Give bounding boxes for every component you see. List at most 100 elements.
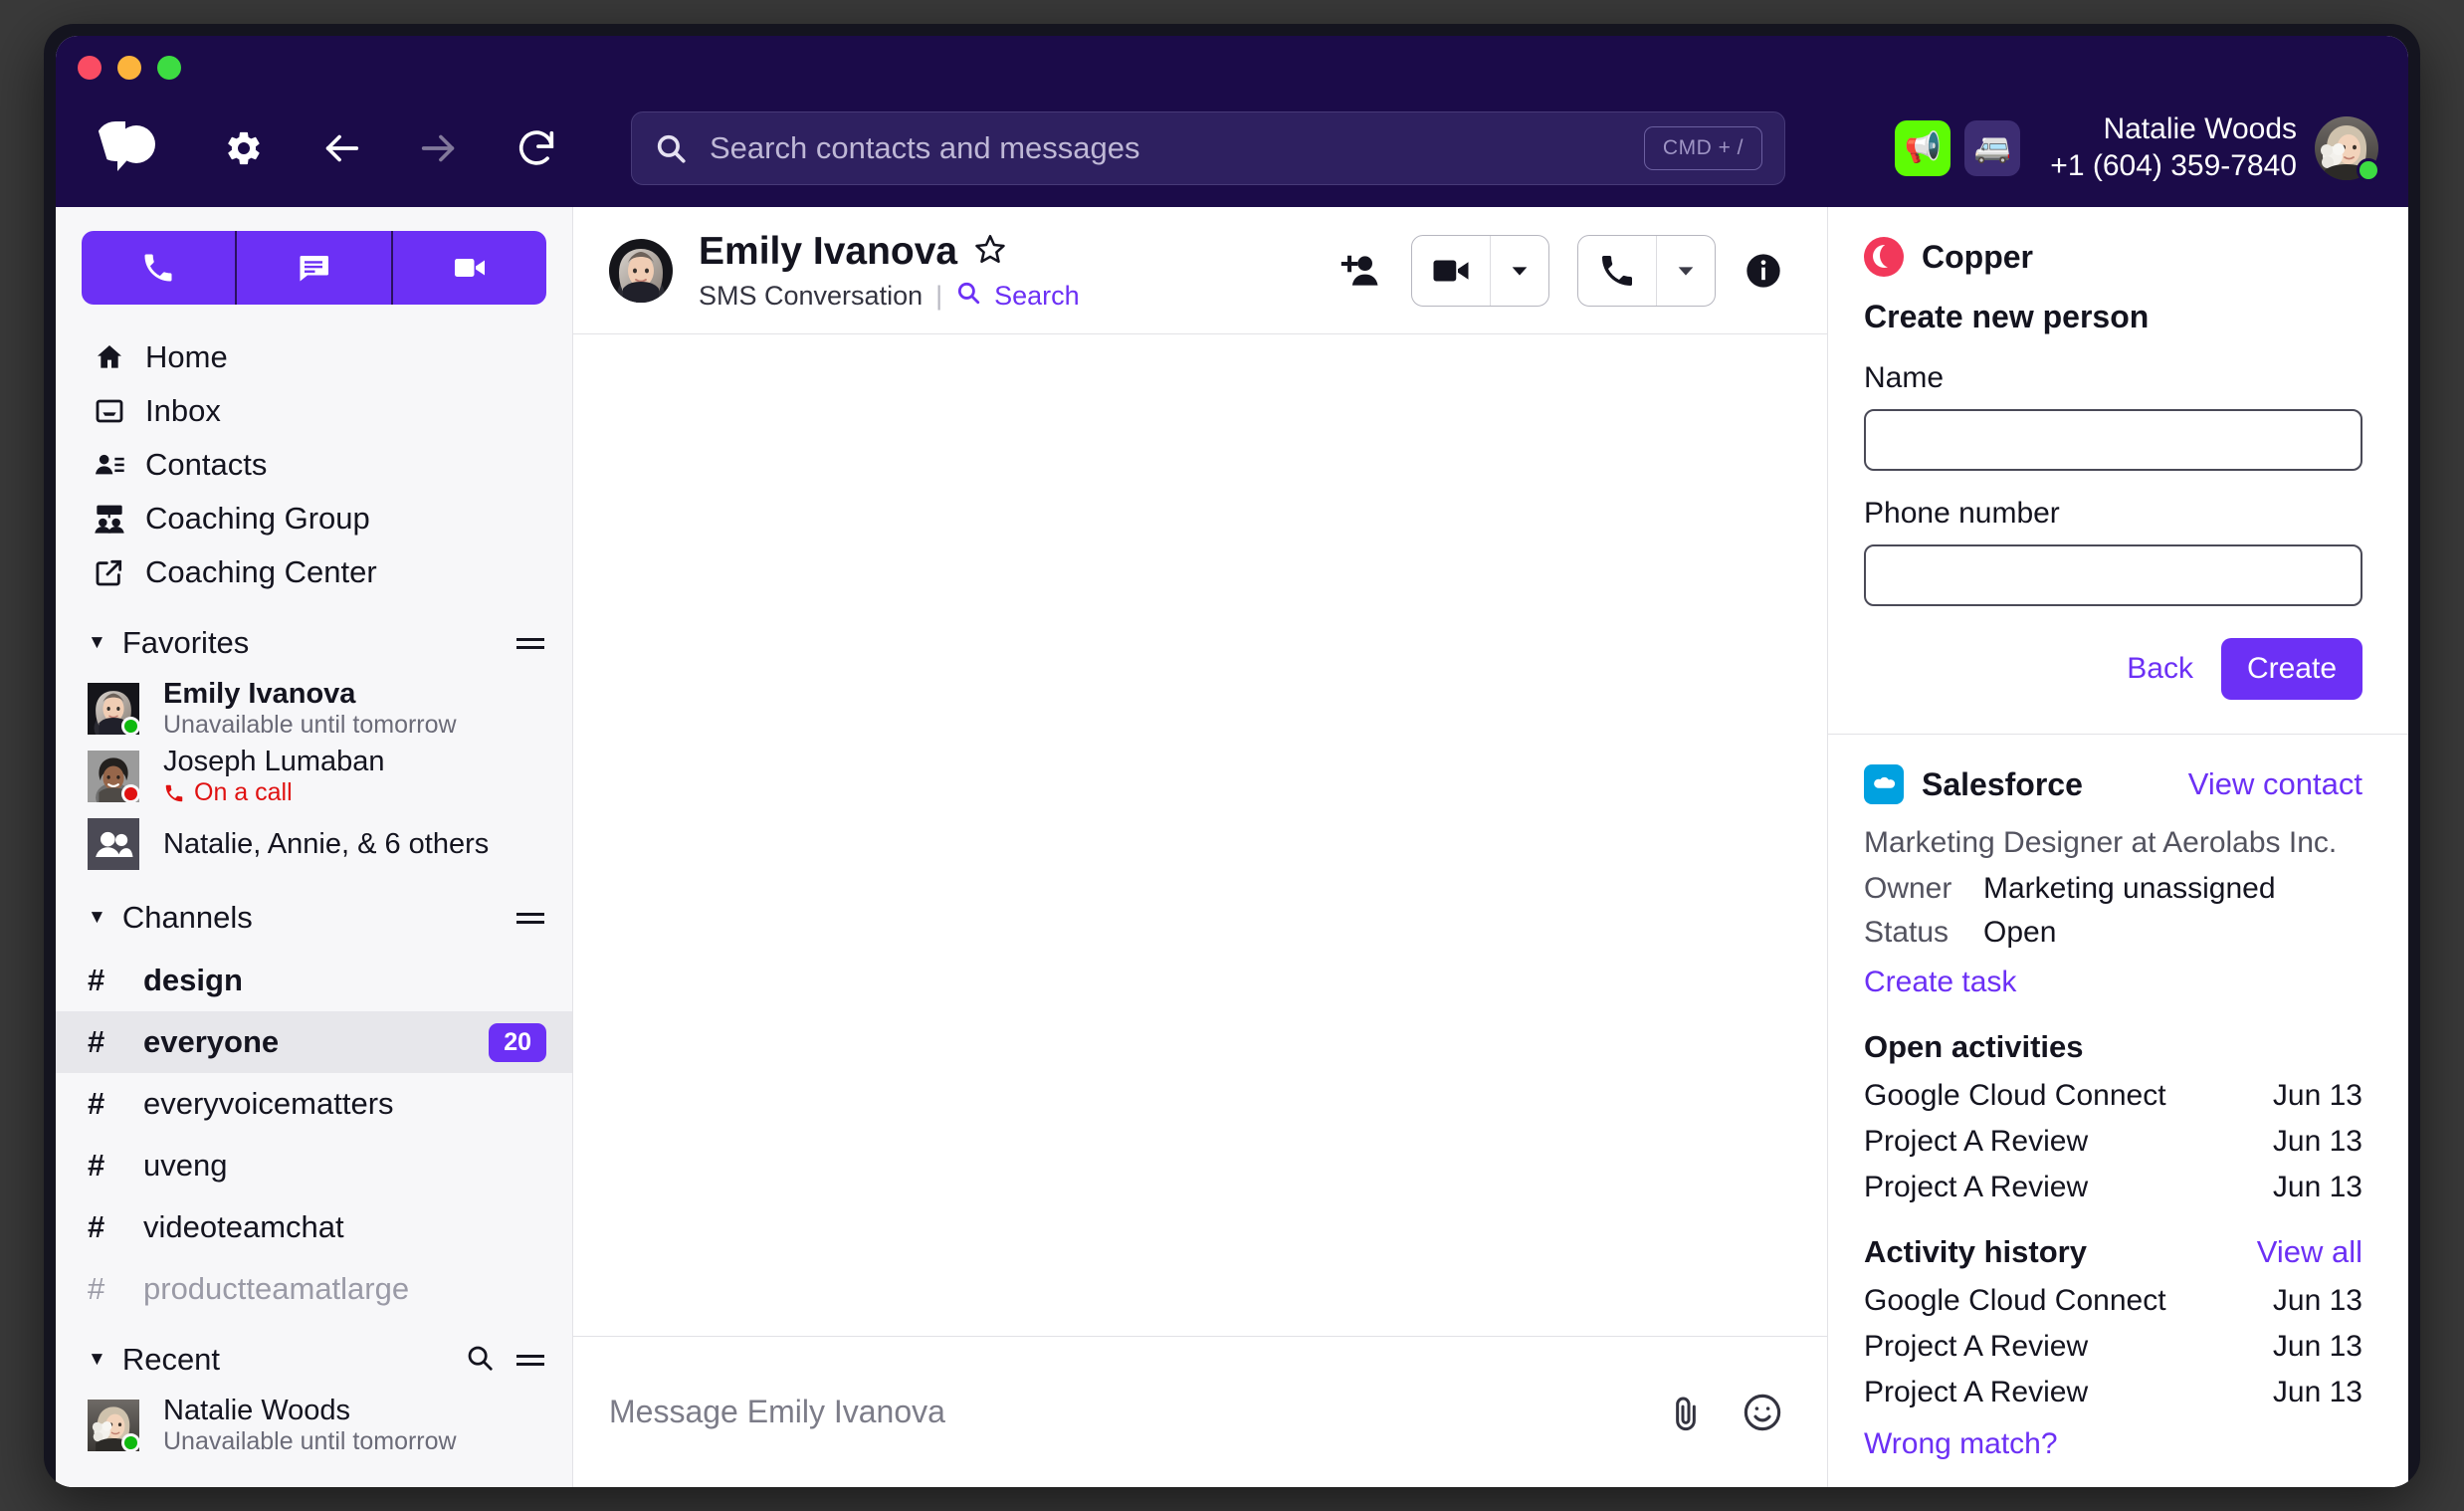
sidebar-item-channel-videoteamchat[interactable]: # videoteamchat [56,1196,572,1258]
phone-call-button[interactable] [1577,234,1716,307]
list-item[interactable]: Natalie Woods Unavailable until tomorrow [56,1392,572,1459]
create-task-link[interactable]: Create task [1864,966,2016,999]
chevron-down-icon[interactable]: ▼ [88,1349,106,1371]
phone-icon [1578,251,1656,291]
list-item[interactable]: Joseph Lumaban On a call [56,743,572,810]
channel-name: productteamatlarge [143,1271,410,1306]
conversation-type: SMS Conversation [699,280,924,311]
dialpad-logo-icon [94,115,159,181]
channels-section-header: ▼ Channels [56,878,572,950]
titlebar: CMD + / 📢 🚐 Natalie Woods +1 (604) 359-7… [56,36,2408,207]
message-thread[interactable] [573,334,1827,1336]
wrong-match-link[interactable]: Wrong match? [1864,1427,2058,1461]
sidebar-item-channel-uveng[interactable]: # uveng [56,1135,572,1196]
sidebar-item-coaching-center[interactable]: Coaching Center [56,545,572,599]
phone-icon [165,784,183,802]
window-controls [78,56,181,80]
channels-menu-icon[interactable] [516,909,544,927]
sidebar-item-channel-everyvoicematters[interactable]: # everyvoicematters [56,1073,572,1135]
separator: | [935,280,943,311]
new-message-button[interactable] [237,231,393,305]
sidebar-item-label: Home [145,339,228,374]
sidebar-item-channel-everyone[interactable]: # everyone 20 [56,1011,572,1073]
table-row[interactable]: Project A Review Jun 13 [1864,1171,2362,1204]
table-row[interactable]: Project A Review Jun 13 [1864,1125,2362,1159]
maximize-window-button[interactable] [157,56,181,80]
hash-icon: # [88,1086,105,1121]
name-field[interactable] [1864,409,2362,471]
table-row[interactable]: Project A Review Jun 13 [1864,1330,2362,1364]
recent-name: Natalie Woods [163,1395,351,1427]
sidebar-item-channel-design[interactable]: # design [56,950,572,1011]
sidebar-item-coaching-group[interactable]: Coaching Group [56,492,572,545]
favorites-title: Favorites [121,625,250,660]
sidebar-item-channel-productteamatlarge[interactable]: # productteamatlarge [56,1258,572,1320]
hash-icon: # [88,1209,105,1244]
presence-indicator [121,784,140,803]
minibus-icon[interactable]: 🚐 [1964,120,2021,176]
gear-icon[interactable] [215,119,273,177]
sidebar-item-contacts[interactable]: Contacts [56,438,572,492]
quick-action-bar [82,231,546,305]
sidebar-item-inbox[interactable]: Inbox [56,384,572,438]
close-window-button[interactable] [78,56,102,80]
activity-date: Jun 13 [2272,1376,2362,1408]
current-user-info[interactable]: Natalie Woods +1 (604) 359-7840 [2050,111,2297,184]
chevron-down-icon[interactable] [1657,260,1715,282]
page-title: Emily Ivanova [699,229,958,273]
paperclip-icon[interactable] [1666,1393,1706,1432]
new-call-button[interactable] [82,231,238,305]
presence-indicator [2357,158,2380,182]
presence-indicator [121,1433,140,1452]
forward-arrow-icon[interactable] [410,119,468,177]
chevron-down-icon[interactable]: ▼ [88,632,106,654]
conversation-header: Emily Ivanova SMS Conversation | Search [573,207,1827,334]
megaphone-icon[interactable]: 📢 [1895,120,1951,176]
avatar[interactable] [2315,116,2380,182]
favorites-menu-icon[interactable] [516,634,544,652]
table-row[interactable]: Google Cloud Connect Jun 13 [1864,1284,2362,1318]
phone-field[interactable] [1864,544,2362,606]
emoji-icon[interactable] [1742,1392,1783,1433]
favorite-name: Emily Ivanova [163,678,356,711]
chevron-down-icon[interactable]: ▼ [88,907,106,929]
list-item[interactable]: Natalie, Annie, & 6 others [56,810,572,878]
desktop-background: CMD + / 📢 🚐 Natalie Woods +1 (604) 359-7… [0,0,2464,1511]
avatar [88,1400,140,1452]
table-row[interactable]: Google Cloud Connect Jun 13 [1864,1079,2362,1113]
search-icon [654,131,688,165]
salesforce-card: Salesforce View contact Marketing Design… [1828,735,2408,1487]
unread-badge: 20 [489,1022,546,1062]
minimize-window-button[interactable] [117,56,141,80]
search-icon[interactable] [955,280,981,312]
sidebar-item-home[interactable]: Home [56,330,572,384]
back-button[interactable]: Back [2127,652,2193,686]
video-call-button[interactable] [1411,234,1549,307]
sidebar: Home Inbox Contacts Coaching Group Coach… [56,207,573,1487]
add-person-icon[interactable] [1339,249,1383,293]
copper-card: Copper Create new person Name Phone numb… [1828,207,2408,734]
info-icon[interactable] [1744,251,1783,291]
create-button[interactable]: Create [2220,638,2362,700]
activity-title: Project A Review [1864,1330,2089,1363]
global-search-bar[interactable]: CMD + / [631,111,1785,185]
message-input[interactable] [609,1394,1666,1430]
recent-menu-icon[interactable] [516,1351,544,1369]
search-input[interactable] [710,130,1644,166]
chevron-down-icon[interactable] [1491,260,1548,282]
recent-search-icon[interactable] [465,1343,495,1378]
new-meeting-button[interactable] [393,231,546,305]
field-key: Owner [1864,872,1952,905]
star-outline-icon[interactable] [973,232,1007,272]
conversation-search-link[interactable]: Search [994,280,1080,314]
app-window-frame: CMD + / 📢 🚐 Natalie Woods +1 (604) 359-7… [44,24,2420,1487]
back-arrow-icon[interactable] [312,119,370,177]
view-all-link[interactable]: View all [2257,1234,2362,1270]
view-contact-link[interactable]: View contact [2188,766,2362,802]
table-row[interactable]: Project A Review Jun 13 [1864,1376,2362,1409]
list-item[interactable]: Emily Ivanova Unavailable until tomorrow [56,675,572,743]
activity-title: Project A Review [1864,1171,2089,1203]
favorite-status: Unavailable until tomorrow [163,711,457,740]
activity-title: Project A Review [1864,1376,2089,1408]
reload-icon[interactable] [508,119,565,177]
